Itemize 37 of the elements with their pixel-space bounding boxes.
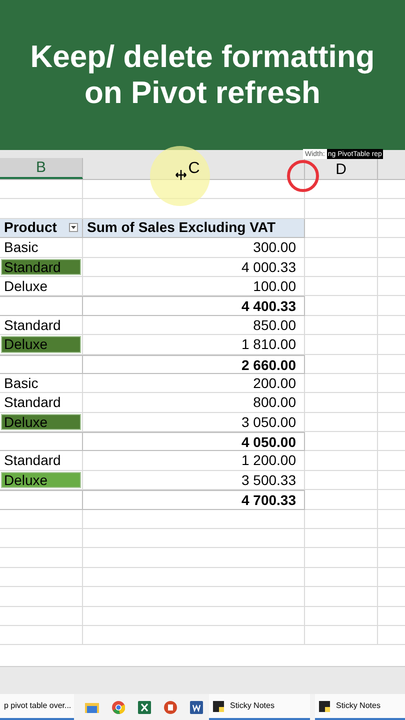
product-cell: Deluxe [0,276,83,296]
product-cell: Deluxe [0,412,83,432]
note-icon [213,700,224,712]
note-icon [319,700,330,712]
subtotal-cell: 4 700.33 [83,490,305,510]
document-app-icon[interactable] [190,700,202,714]
product-cell: Standard [0,258,83,277]
value-cell: 200.00 [83,374,305,394]
value-cell: 3 050.00 [83,412,305,432]
product-cell: Deluxe [0,470,83,490]
value-cell: 4 000.33 [83,258,305,277]
value-cell: 100.00 [83,276,305,296]
value-cell: 1 810.00 [83,335,305,355]
resize-cursor-icon [175,170,187,180]
value-cell: 300.00 [83,238,305,258]
filter-dropdown-icon[interactable] [69,223,78,232]
spreadsheet-app-icon[interactable] [138,700,150,714]
presentation-app-icon[interactable] [164,700,176,714]
column-header[interactable]: C [188,157,200,181]
value-cell: 3 500.33 [83,470,305,490]
product-cell: Deluxe [0,335,83,355]
taskbar-window-button[interactable]: p pivot table over... [0,694,74,720]
taskbar-window-button[interactable]: Sticky Notes [209,694,310,720]
banner-title: Keep/ delete formatting on Pivot refresh [29,39,376,111]
value-cell: 800.00 [83,393,305,413]
subtotal-cell: 4 050.00 [83,432,305,452]
value-cell: 1 200.00 [83,451,305,471]
value-cell: 850.00 [83,316,305,336]
product-cell: Basic [0,374,83,394]
folder-icon[interactable] [85,701,99,713]
column-header[interactable]: B [0,158,83,179]
subtotal-cell: 2 660.00 [83,354,305,374]
taskbar-window-button[interactable]: Sticky Notes [315,694,405,720]
browser-icon[interactable] [112,700,124,714]
column-heading: Product [4,218,57,238]
subtotal-cell: 4 400.33 [83,296,305,316]
column-heading-cell: Sum of Sales Excluding VAT [83,218,305,238]
